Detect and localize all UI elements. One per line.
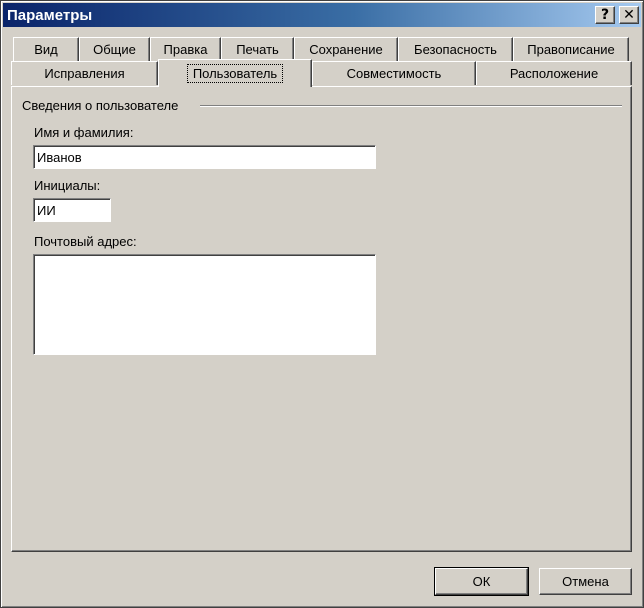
user-info-group-title: Сведения о пользователе <box>22 98 183 113</box>
mailing-address-textarea[interactable] <box>33 254 376 355</box>
tab-file-locations[interactable]: Расположение <box>476 61 632 85</box>
window-title: Параметры <box>7 6 93 24</box>
close-icon: ✕ <box>623 7 635 23</box>
group-divider <box>200 105 622 107</box>
mailing-address-label: Почтовый адрес: <box>34 234 137 249</box>
tab-save[interactable]: Сохранение <box>294 37 398 61</box>
name-input[interactable]: Иванов <box>33 145 376 169</box>
tab-security[interactable]: Безопасность <box>398 37 513 61</box>
tab-user-info[interactable]: Пользователь <box>158 59 312 87</box>
tab-view[interactable]: Вид <box>13 37 79 61</box>
initials-input[interactable]: ИИ <box>33 198 111 222</box>
tab-edit[interactable]: Правка <box>150 37 221 61</box>
tab-row-2: Исправления Пользователь Совместимость Р… <box>11 59 632 87</box>
tab-compatibility[interactable]: Совместимость <box>312 61 476 85</box>
help-icon: ? <box>600 7 610 23</box>
tab-row-1: Вид Общие Правка Печать Сохранение Безоп… <box>13 37 629 61</box>
name-label: Имя и фамилия: <box>34 125 134 140</box>
help-button[interactable]: ? <box>595 6 615 24</box>
tab-track-changes[interactable]: Исправления <box>11 61 158 85</box>
tab-general[interactable]: Общие <box>79 37 150 61</box>
cancel-button[interactable]: Отмена <box>539 568 632 595</box>
initials-label: Инициалы: <box>34 178 101 193</box>
tab-spelling[interactable]: Правописание <box>513 37 629 61</box>
title-bar[interactable]: Параметры ? ✕ <box>3 3 641 27</box>
close-button[interactable]: ✕ <box>619 6 639 24</box>
ok-button[interactable]: ОК <box>434 567 529 596</box>
tab-print[interactable]: Печать <box>221 37 294 61</box>
